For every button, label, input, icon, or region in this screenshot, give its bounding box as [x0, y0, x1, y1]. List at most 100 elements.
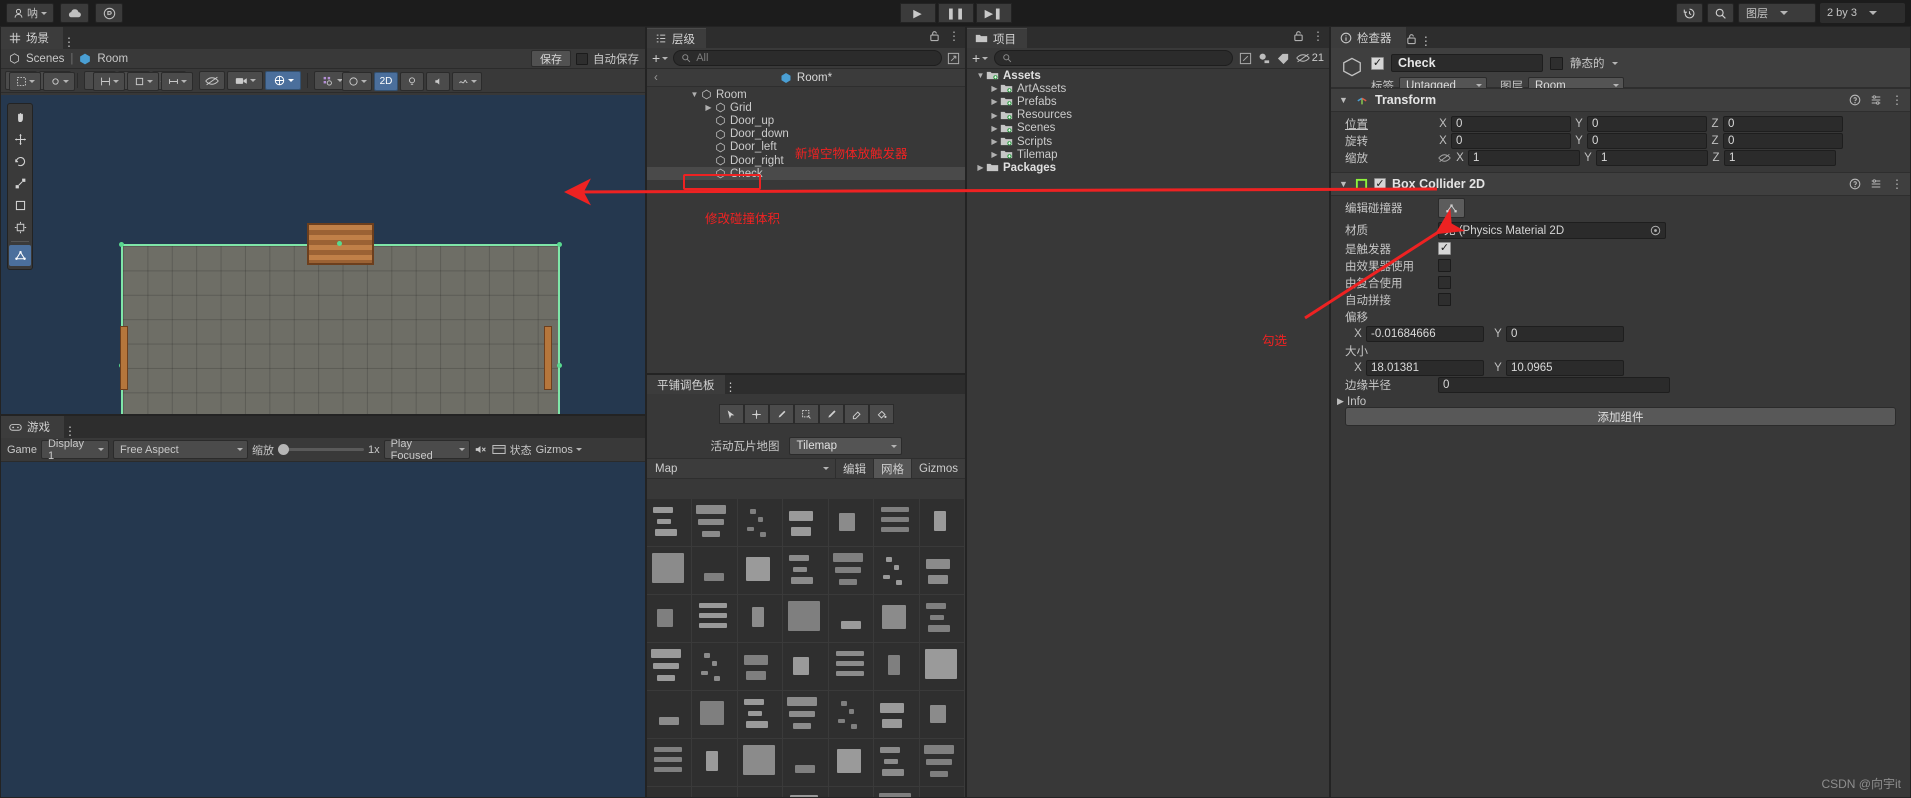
project-tree[interactable]: ▼ Assets ▶ ArtAssets ▶ Prefabs ▶ Resources ▶ Scen…: [967, 69, 1329, 797]
tile-palette-cell[interactable]: [737, 499, 784, 547]
auto-tiling-checkbox[interactable]: [1438, 293, 1451, 306]
rect-tool-button[interactable]: [9, 195, 31, 216]
foldout-arrow-icon[interactable]: ▼: [1339, 95, 1349, 105]
game-canvas[interactable]: [1, 462, 645, 797]
tool-handle-rotation[interactable]: [127, 72, 159, 91]
tool-select[interactable]: [718, 404, 744, 424]
display-dropdown[interactable]: Display 1: [40, 438, 109, 462]
gizmos-toggle[interactable]: [265, 71, 301, 90]
size-y-field[interactable]: 10.0965: [1506, 359, 1624, 376]
save-button[interactable]: 保存: [531, 50, 571, 67]
project-item-assets[interactable]: ▼ Assets: [967, 69, 1329, 82]
scale-slider[interactable]: [277, 444, 364, 455]
tile-palette-cell[interactable]: [783, 595, 829, 643]
tile-palette-cell[interactable]: [874, 787, 920, 797]
account-button[interactable]: 呐: [6, 3, 54, 23]
project-item-artassets[interactable]: ▶ ArtAssets: [967, 82, 1329, 95]
breadcrumb-scenes[interactable]: Scenes: [26, 53, 64, 65]
preset-icon[interactable]: [1870, 178, 1882, 190]
help-icon[interactable]: [1849, 178, 1861, 190]
scale-y-field[interactable]: 1: [1596, 149, 1708, 166]
gizmo-handle[interactable]: [557, 363, 562, 368]
tile-palette-cell[interactable]: [828, 739, 875, 787]
tile-palette-cell[interactable]: [647, 787, 693, 797]
scene-canvas[interactable]: [1, 95, 645, 414]
tile-palette-cell[interactable]: [919, 739, 965, 787]
foldout-arrow-icon[interactable]: ▶: [989, 150, 1000, 159]
tile-palette-cell[interactable]: [874, 691, 920, 739]
is-trigger-checkbox[interactable]: ✓: [1438, 242, 1451, 255]
project-item-scenes[interactable]: ▶ Scenes: [967, 122, 1329, 135]
tile-palette-cell[interactable]: [874, 547, 920, 595]
offset-y-field[interactable]: 0: [1506, 325, 1624, 342]
kebab-icon[interactable]: ⋮: [1312, 30, 1324, 42]
tile-palette-cell[interactable]: [828, 787, 875, 797]
tile-palette-cell[interactable]: [919, 595, 965, 643]
transform-component-header[interactable]: ▼ Transform ⋮: [1331, 88, 1910, 112]
project-item-resources[interactable]: ▶ Resources: [967, 109, 1329, 122]
hierarchy-item-grid[interactable]: ▶ Grid: [647, 101, 965, 114]
tile-palette-cell[interactable]: [692, 595, 738, 643]
hierarchy-search-input[interactable]: All: [673, 50, 942, 66]
kebab-icon[interactable]: ⋮: [1420, 34, 1432, 48]
toggle-2d[interactable]: 2D: [374, 72, 398, 91]
visibility-toggle[interactable]: [199, 71, 225, 90]
kebab-icon[interactable]: ⋮: [1891, 178, 1903, 190]
tile-palette-cell[interactable]: [692, 547, 738, 595]
scale-slider-knob[interactable]: [277, 444, 289, 455]
tile-palette-cell[interactable]: [783, 643, 829, 691]
transform-tool-button[interactable]: [9, 217, 31, 238]
search-button[interactable]: [1707, 3, 1734, 23]
scale-z-field[interactable]: 1: [1724, 149, 1836, 166]
project-item-scripts[interactable]: ▶ Scripts: [967, 135, 1329, 148]
rotation-x-field[interactable]: 0: [1451, 132, 1571, 149]
move-tool-button[interactable]: [9, 129, 31, 150]
gizmo-handle[interactable]: [557, 242, 562, 247]
scale-tool-button[interactable]: [9, 173, 31, 194]
tool-handle-position[interactable]: [93, 72, 125, 91]
tile-palette-cell[interactable]: [919, 643, 965, 691]
tile-palette-cell[interactable]: [919, 499, 965, 547]
autosave-checkbox[interactable]: [576, 52, 588, 65]
lock-icon[interactable]: [1293, 30, 1304, 42]
tile-palette-cell[interactable]: [874, 499, 920, 547]
mute-audio-button[interactable]: [474, 444, 488, 455]
tile-palette-menu[interactable]: ⋮: [725, 380, 737, 394]
tile-palette-cell[interactable]: [919, 787, 965, 797]
edit-collider-button[interactable]: [1438, 198, 1465, 218]
foldout-arrow-icon[interactable]: ▶: [703, 103, 714, 112]
rotation-y-field[interactable]: 0: [1587, 132, 1707, 149]
collab-button[interactable]: [95, 3, 123, 23]
toggle-fx[interactable]: [452, 72, 482, 91]
add-component-button[interactable]: 添加组件: [1345, 407, 1896, 426]
toggle-lighting[interactable]: [400, 72, 424, 91]
material-object-field[interactable]: 无 (Physics Material 2D: [1438, 221, 1666, 239]
tab-project[interactable]: 项目: [967, 28, 1027, 48]
tab-inspector[interactable]: 检查器: [1331, 27, 1406, 48]
project-item-packages[interactable]: ▶ Packages: [967, 161, 1329, 174]
help-icon[interactable]: [1849, 94, 1861, 106]
tile-palette-cell[interactable]: [783, 499, 829, 547]
label-icon[interactable]: [1277, 52, 1290, 65]
kebab-icon[interactable]: ⋮: [948, 30, 960, 42]
lock-icon[interactable]: [1406, 33, 1417, 45]
scale-x-field[interactable]: 1: [1468, 149, 1580, 166]
tab-hierarchy[interactable]: 层级: [647, 28, 706, 48]
edit-palette-button[interactable]: 编辑: [835, 459, 873, 478]
gizmo-handle[interactable]: [337, 241, 342, 246]
tool-pivot[interactable]: [43, 72, 75, 91]
breadcrumb-room[interactable]: Room: [97, 53, 128, 65]
tool-fill[interactable]: [868, 404, 894, 424]
create-asset-button[interactable]: +: [972, 50, 989, 66]
tile-palette-cell[interactable]: [647, 691, 693, 739]
tile-palette-cell[interactable]: [647, 499, 693, 547]
tile-palette-cell[interactable]: [692, 643, 738, 691]
toggle-audio[interactable]: [426, 72, 450, 91]
tile-palette-cell[interactable]: [647, 739, 693, 787]
tab-game[interactable]: 游戏: [1, 416, 64, 438]
rotate-tool-button[interactable]: [9, 151, 31, 172]
back-chevron-icon[interactable]: ‹: [654, 72, 658, 84]
box-collider-component-header[interactable]: ▼ ✓ Box Collider 2D ⋮: [1331, 172, 1910, 196]
expand-icon[interactable]: [1239, 52, 1252, 65]
tile-palette-cell[interactable]: [737, 787, 784, 797]
